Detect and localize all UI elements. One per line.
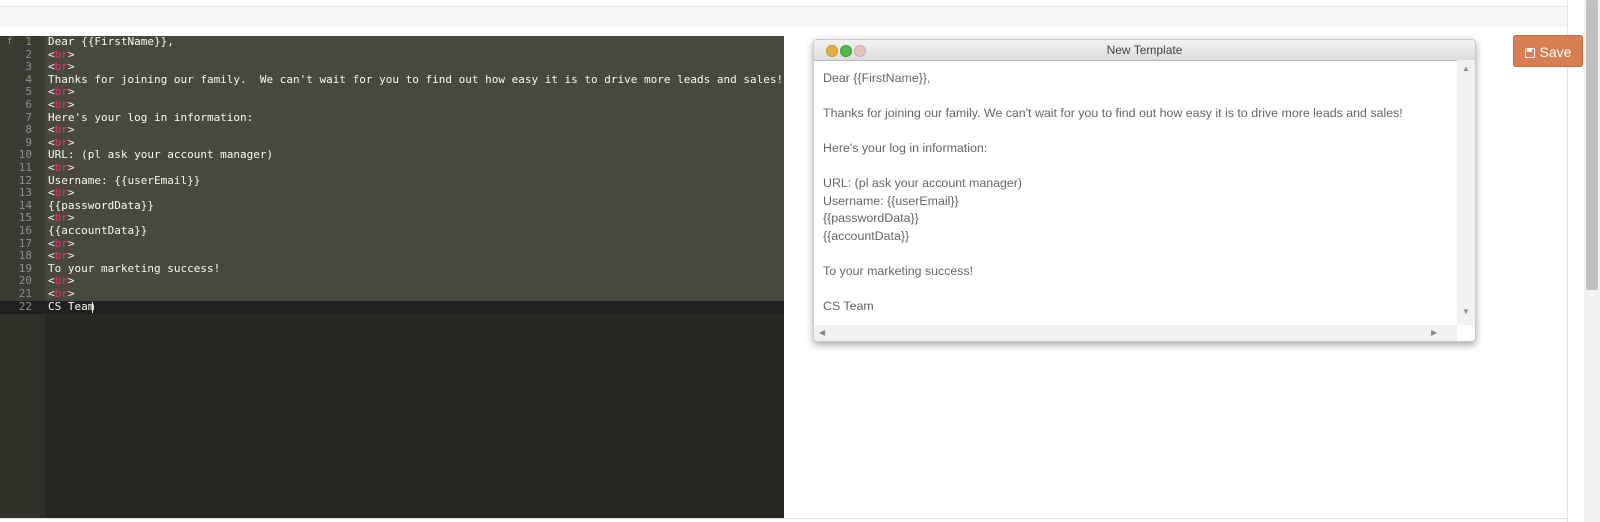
code-text: <br>: [48, 98, 75, 111]
preview-paragraph: [823, 245, 1443, 263]
preview-paragraph: [823, 88, 1443, 106]
code-line[interactable]: 10 URL: (pl ask your account manager): [0, 149, 784, 162]
code-line[interactable]: 20 <br>: [0, 275, 784, 288]
preview-paragraph: Username: {{userEmail}}: [823, 193, 959, 208]
code-text: <br>: [48, 186, 75, 200]
floppy-disk-icon: [1524, 48, 1535, 58]
line-number: 13: [18, 186, 32, 200]
code-line[interactable]: 21 <br>: [0, 287, 784, 301]
code-line[interactable]: 16 {{accountData}}: [0, 224, 784, 238]
line-number: 1: [25, 35, 32, 48]
code-line[interactable]: 2 <br>: [0, 48, 784, 62]
line-number: 3: [25, 60, 32, 74]
code-line[interactable]: 12 Username: {{userEmail}}: [0, 174, 784, 188]
code-line[interactable]: 11 <br>: [0, 161, 784, 175]
preview-paragraph: CS Team: [823, 298, 874, 313]
save-button-label: Save: [1539, 44, 1572, 60]
code-text: <br>: [48, 161, 75, 174]
preview-paragraph: {{accountData}}: [823, 228, 910, 243]
line-number: 8: [25, 123, 32, 137]
code-line[interactable]: 18 <br>: [0, 249, 784, 263]
preview-paragraph: [823, 158, 1443, 176]
code-line[interactable]: 3 <br>: [0, 60, 784, 74]
code-line[interactable]: 5 <br>: [0, 86, 784, 99]
preview-paragraph: Thanks for joining our family. We can't …: [823, 106, 1403, 120]
code-line[interactable]: 14 {{passwordData}}: [0, 199, 784, 213]
preview-paragraph: URL: (pl ask your account manager): [823, 176, 1023, 190]
save-button[interactable]: Save: [1513, 35, 1583, 67]
code-line[interactable]: 4 Thanks for joining our family. We can't…: [0, 72, 784, 87]
line-number: 6: [25, 98, 32, 111]
preview-content: Dear {{FirstName}}, Thanks for joining o…: [823, 70, 1443, 315]
code-editor[interactable]: 1 Dear {{FirstName}}, f 2 <br> 3 <br> 4 Thanks f…: [0, 35, 784, 518]
preview-paragraph: {{passwordData}}: [823, 211, 919, 225]
top-bar: [0, 0, 1568, 27]
scroll-up-arrow-icon[interactable]: ▲: [1462, 64, 1470, 73]
line-number: 18: [18, 249, 32, 263]
line-number: 16: [18, 224, 32, 237]
code-line[interactable]: 22 CS Team: [0, 299, 784, 314]
preview-horizontal-scrollbar[interactable]: ◀ ▶: [814, 325, 1457, 341]
code-line[interactable]: 17 <br>: [0, 237, 784, 251]
line-number: 22: [18, 299, 32, 313]
code-text: <br>: [48, 249, 75, 263]
preview-window: New Template Dear {{FirstName}}, Thanks …: [813, 39, 1476, 342]
preview-paragraph: Dear {{FirstName}},: [823, 71, 931, 85]
text-cursor: [92, 302, 93, 313]
preview-paragraph: To your marketing success!: [823, 263, 974, 278]
code-text: Here's your log in information:: [48, 110, 254, 124]
fold-marker-icon[interactable]: f: [7, 36, 12, 49]
code-line[interactable]: 8 <br>: [0, 123, 784, 137]
content-divider: [1567, 0, 1568, 522]
scroll-down-arrow-icon[interactable]: ▼: [1462, 307, 1470, 316]
code-line[interactable]: 13 <br>: [0, 186, 784, 200]
top-bar-strip: [0, 6, 1568, 27]
code-line[interactable]: 7 Here's your log in information:: [0, 110, 784, 125]
preview-paragraph: [823, 123, 1443, 141]
code-text: <br>: [48, 60, 75, 74]
bottom-border: [0, 518, 1568, 519]
line-number: 11: [18, 161, 32, 174]
code-line[interactable]: 1 Dear {{FirstName}}, f: [0, 35, 784, 49]
code-text: <br>: [48, 287, 75, 300]
preview-vertical-scrollbar[interactable]: ▲ ▼: [1457, 60, 1475, 325]
scroll-right-arrow-icon[interactable]: ▶: [1431, 328, 1437, 337]
preview-paragraph: [823, 280, 1443, 298]
page-scrollbar-thumb[interactable]: [1586, 0, 1598, 290]
code-text: Thanks for joining our family. We can't …: [48, 72, 784, 86]
preview-paragraph: Here's your log in information:: [823, 141, 988, 155]
code-line[interactable]: 19 To your marketing success!: [0, 262, 784, 276]
code-text: CS Team: [48, 299, 95, 313]
preview-title: New Template: [1106, 43, 1183, 57]
line-number: 21: [18, 287, 32, 300]
code-text: URL: (pl ask your account manager): [48, 148, 274, 162]
code-line[interactable]: 6 <br>: [0, 98, 784, 112]
preview-titlebar[interactable]: New Template: [814, 40, 1475, 61]
scroll-left-arrow-icon[interactable]: ◀: [819, 328, 825, 337]
